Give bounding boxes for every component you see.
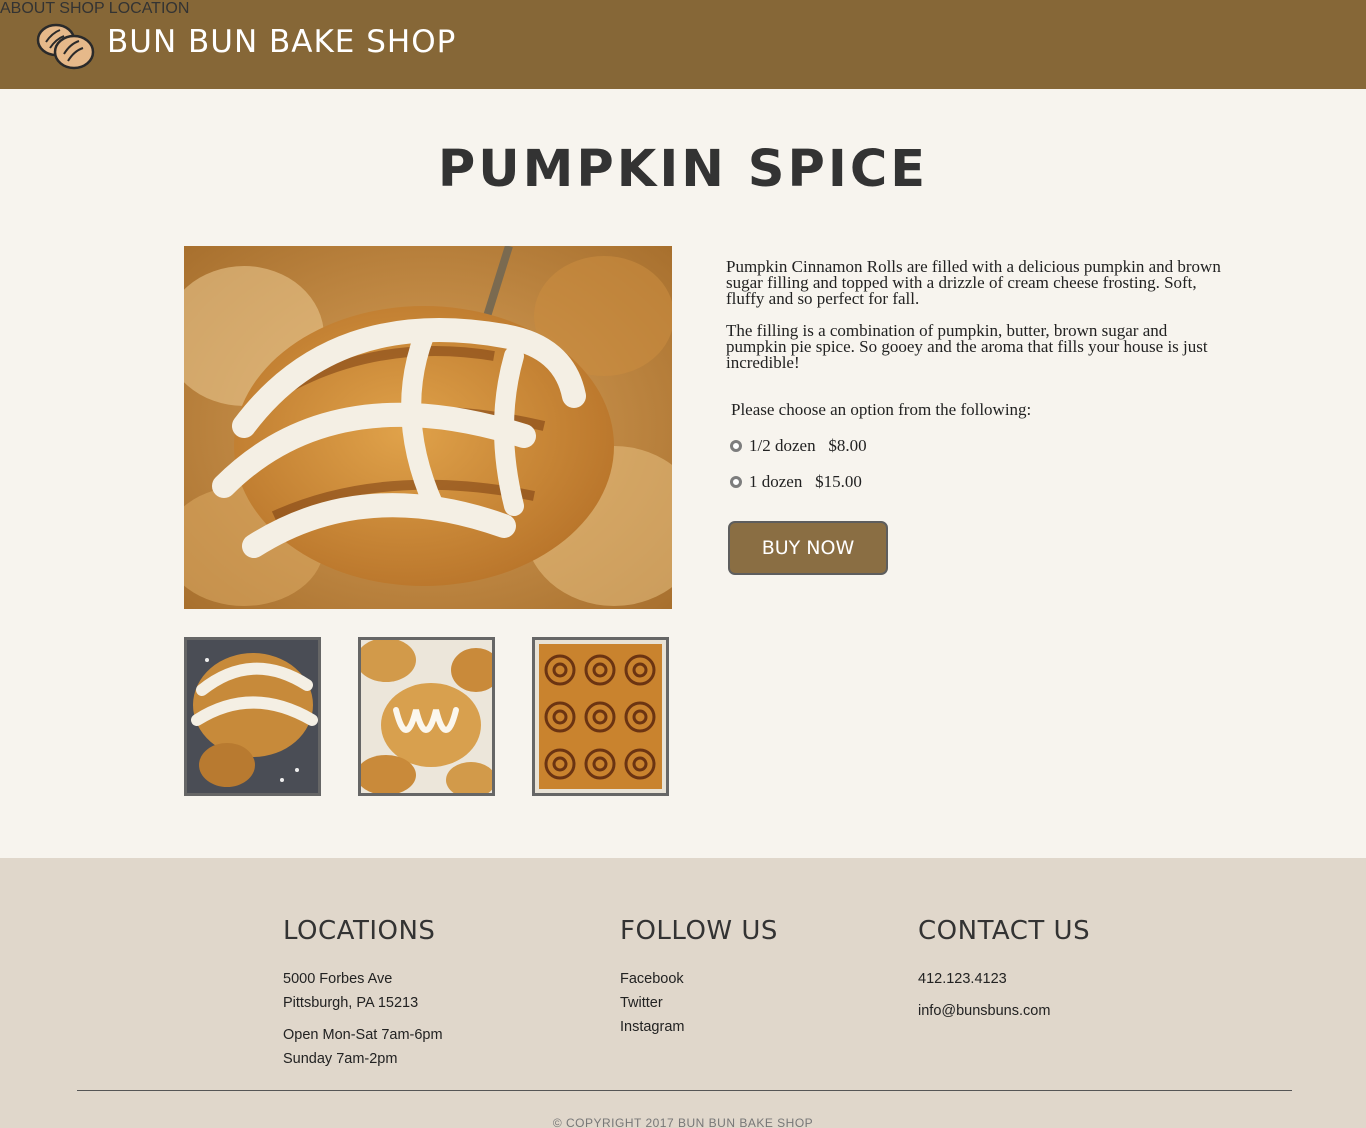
main-product-photo: [184, 246, 672, 609]
thumbnail-2[interactable]: [358, 637, 495, 796]
thumbnail-1[interactable]: [184, 637, 321, 796]
phone-number: 412.123.4123: [918, 971, 1007, 987]
nav-about[interactable]: ABOUT: [0, 0, 55, 17]
buns-logo-icon[interactable]: [34, 20, 96, 72]
site-header: BUN BUN BAKE SHOP ABOUT SHOP LOCATION: [0, 0, 1366, 89]
nav-shop[interactable]: SHOP: [59, 0, 104, 17]
buy-now-button[interactable]: BUY NOW: [728, 521, 888, 575]
description-paragraph-2: The filling is a combination of pumpkin,…: [726, 321, 1208, 372]
radio-button[interactable]: [730, 476, 742, 488]
copyright-text: © COPYRIGHT 2017 BUN BUN BAKE SHOP: [552, 1116, 814, 1128]
option-label: 1/2 dozen $8.00: [749, 436, 867, 455]
footer-divider: [77, 1090, 1292, 1091]
facebook-link[interactable]: Facebook: [620, 971, 684, 987]
main-nav: ABOUT SHOP LOCATION: [0, 0, 1366, 18]
page-title: PUMPKIN SPICE: [437, 140, 929, 199]
site-footer: LOCATIONS 5000 Forbes Ave Pittsburgh, PA…: [0, 858, 1366, 1128]
description-paragraph-1: Pumpkin Cinnamon Rolls are filled with a…: [726, 257, 1221, 308]
twitter-link[interactable]: Twitter: [620, 995, 663, 1011]
address-line-2: Pittsburgh, PA 15213: [283, 995, 419, 1011]
locations-heading: LOCATIONS: [283, 916, 436, 946]
brand-name[interactable]: BUN BUN BAKE SHOP: [107, 24, 456, 60]
radio-button[interactable]: [730, 440, 742, 452]
email-link[interactable]: info@bunsbuns.com: [918, 1003, 1050, 1019]
hours-line-2: Sunday 7am-2pm: [283, 1051, 398, 1067]
address-line-1: 5000 Forbes Ave: [283, 971, 393, 987]
instagram-link[interactable]: Instagram: [620, 1019, 684, 1035]
option-prompt: Please choose an option from the followi…: [731, 400, 1032, 419]
thumbnail-3[interactable]: [532, 637, 669, 796]
option-label: 1 dozen $15.00: [749, 472, 862, 491]
follow-heading: FOLLOW US: [620, 916, 778, 946]
contact-heading: CONTACT US: [918, 916, 1091, 946]
nav-location[interactable]: LOCATION: [109, 0, 190, 17]
hours-line-1: Open Mon-Sat 7am-6pm: [283, 1027, 443, 1043]
